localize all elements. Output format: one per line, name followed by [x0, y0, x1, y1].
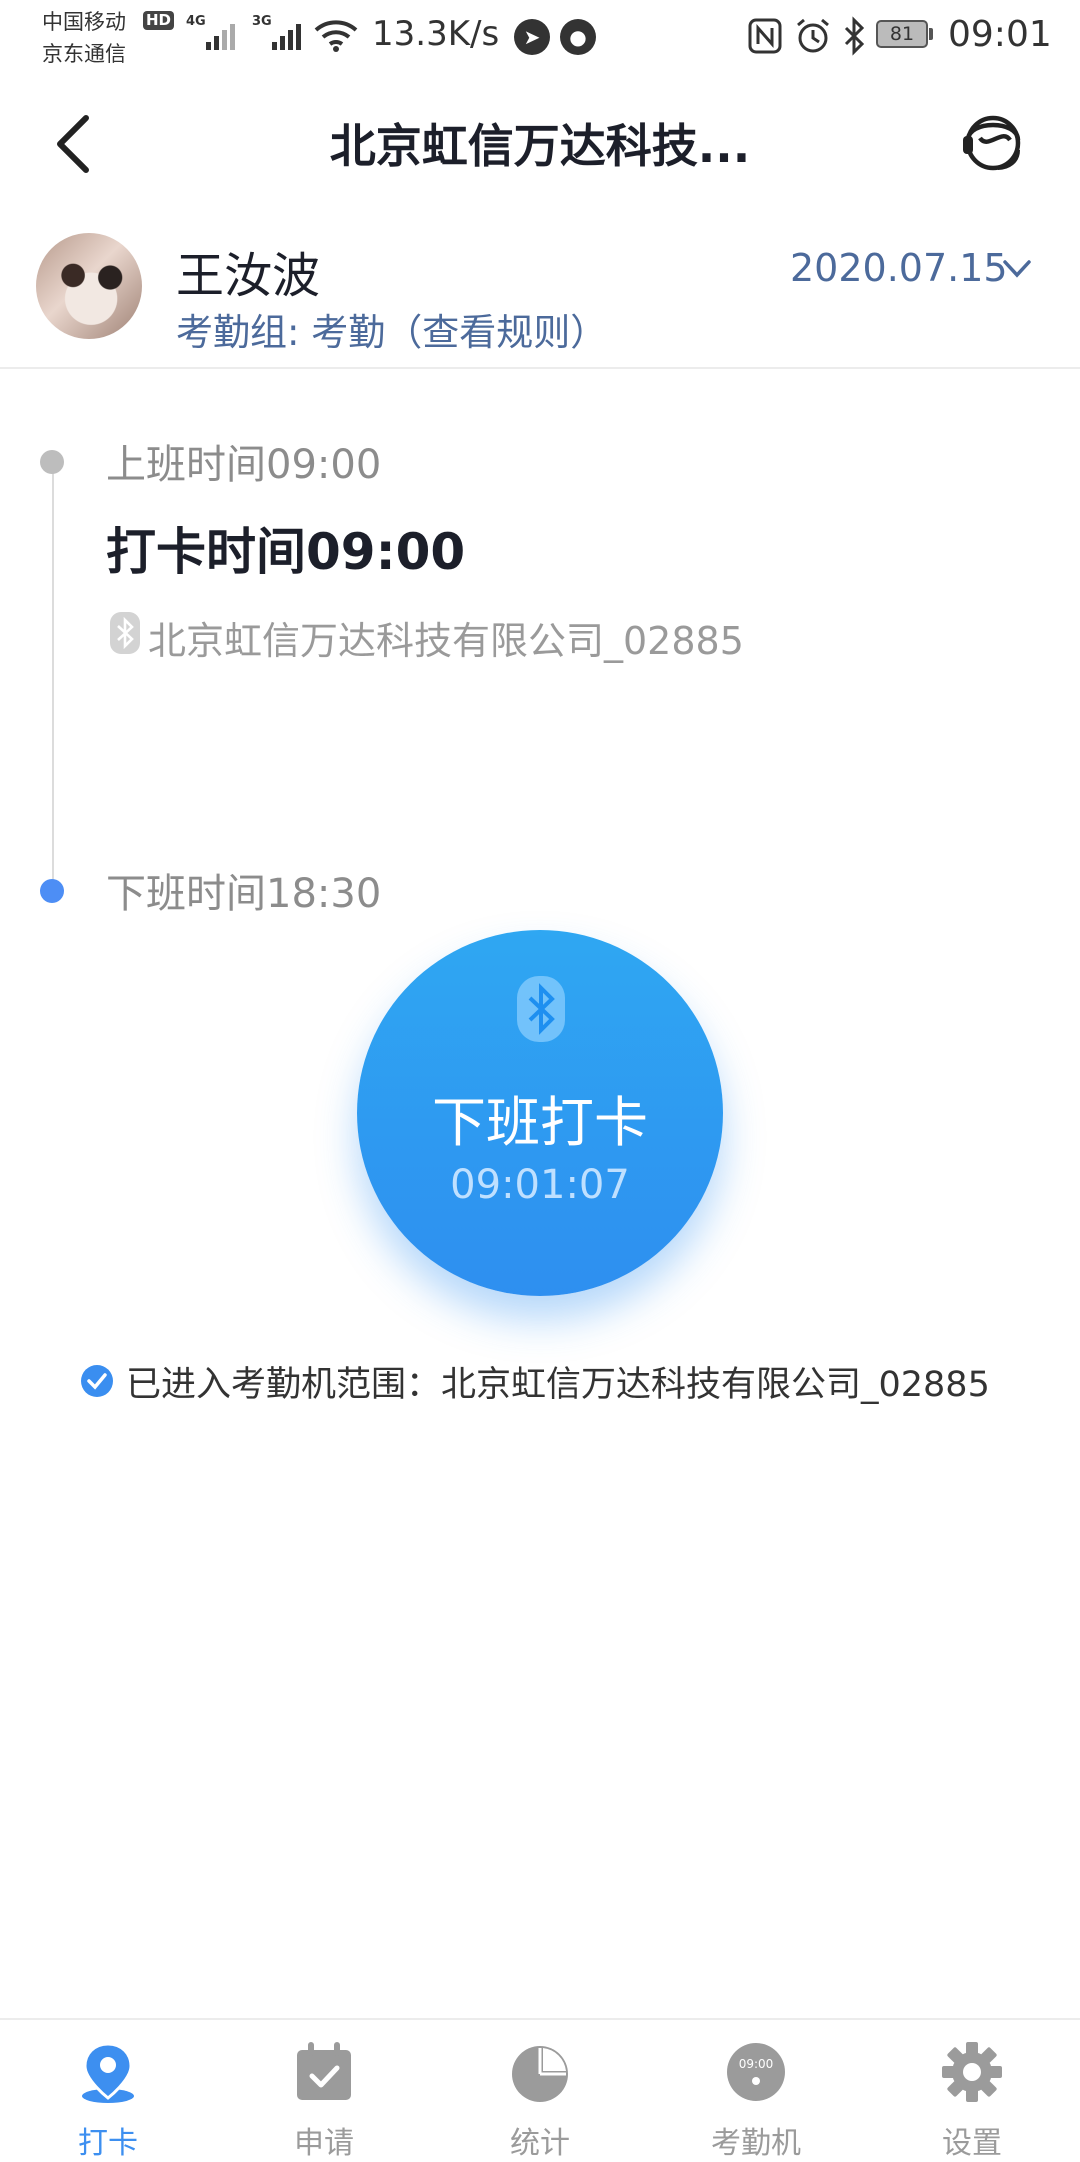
location-pin-icon [82, 2042, 134, 2103]
nfc-icon [748, 18, 782, 54]
calendar-check-icon [297, 2042, 351, 2100]
signal-bars-icon [206, 20, 235, 50]
chevron-down-icon[interactable] [1002, 258, 1032, 280]
tab-settings-label: 设置 [942, 2126, 1002, 2161]
device-icon-time: 09:00 [739, 2057, 774, 2071]
wifi-icon [314, 20, 358, 52]
carrier-name-1: 中国移动 [42, 10, 126, 34]
tab-apply-label: 申请 [294, 2126, 354, 2161]
user-name: 王汝波 [176, 248, 321, 304]
punch-in-time: 打卡时间09:00 [106, 523, 466, 581]
current-time: 09:01:07 [450, 1162, 630, 1208]
signal-4g: 4G [186, 14, 206, 29]
tab-device-label: 考勤机 [711, 2126, 801, 2161]
network-type-1: 4G [186, 14, 206, 29]
date-selector[interactable]: 2020.07.15 [790, 246, 1008, 290]
status-bar: 中国移动 京东通信 HD 4G 3G 13.3K/s ➤ ● 81 09:01 [0, 0, 1080, 75]
timeline-dot-off-duty [40, 879, 64, 903]
page-title: 北京虹信万达科技... [329, 119, 751, 173]
network-speed: 13.3K/s [372, 14, 500, 54]
tab-device[interactable]: 09:00 考勤机 [648, 2020, 864, 2161]
notification-app-icon: ➤ [514, 19, 550, 55]
chevron-left-icon[interactable] [48, 112, 98, 176]
hd-badge: HD [143, 11, 175, 30]
timeline-dot-on-duty [40, 450, 64, 474]
signal-bars-icon [272, 20, 301, 50]
attendance-group-link[interactable]: 考勤组: 考勤（查看规则） [176, 302, 607, 356]
bluetooth-icon [110, 612, 140, 654]
signal-3g: 3G [252, 14, 272, 29]
timeline-line [52, 462, 54, 890]
tab-punch-label: 打卡 [78, 2126, 138, 2161]
tab-settings[interactable]: 设置 [864, 2020, 1080, 2161]
clock-out-label: 下班打卡 [432, 1091, 648, 1154]
bluetooth-icon [517, 976, 565, 1042]
customer-service-icon[interactable] [960, 110, 1026, 176]
header-divider [0, 367, 1080, 369]
bluetooth-status-icon [844, 16, 865, 56]
check-circle-icon [81, 1365, 113, 1397]
battery-tip [929, 28, 933, 40]
clock-out-button[interactable]: 下班打卡 09:01:07 [357, 930, 723, 1296]
gear-icon [942, 2042, 1002, 2102]
alarm-icon [797, 18, 829, 53]
tab-stats-label: 统计 [510, 2126, 570, 2161]
tab-apply[interactable]: 申请 [216, 2020, 432, 2161]
punch-device-name: 北京虹信万达科技有限公司_02885 [148, 619, 744, 663]
avatar [36, 233, 142, 339]
off-duty-time: 下班时间18:30 [106, 871, 382, 917]
tab-stats[interactable]: 统计 [432, 2020, 648, 2161]
on-duty-time: 上班时间09:00 [106, 442, 382, 488]
carrier-name-2: 京东通信 [42, 42, 126, 66]
range-notice: 已进入考勤机范围：北京虹信万达科技有限公司_02885 [126, 1365, 990, 1405]
tab-punch[interactable]: 打卡 [0, 2020, 216, 2161]
battery-icon: 81 [876, 20, 928, 48]
clock-device-icon: 09:00 [727, 2043, 785, 2101]
wechat-icon: ● [560, 19, 596, 55]
pie-chart-icon [512, 2046, 568, 2102]
network-type-2: 3G [252, 14, 272, 29]
status-clock: 09:01 [948, 14, 1052, 55]
